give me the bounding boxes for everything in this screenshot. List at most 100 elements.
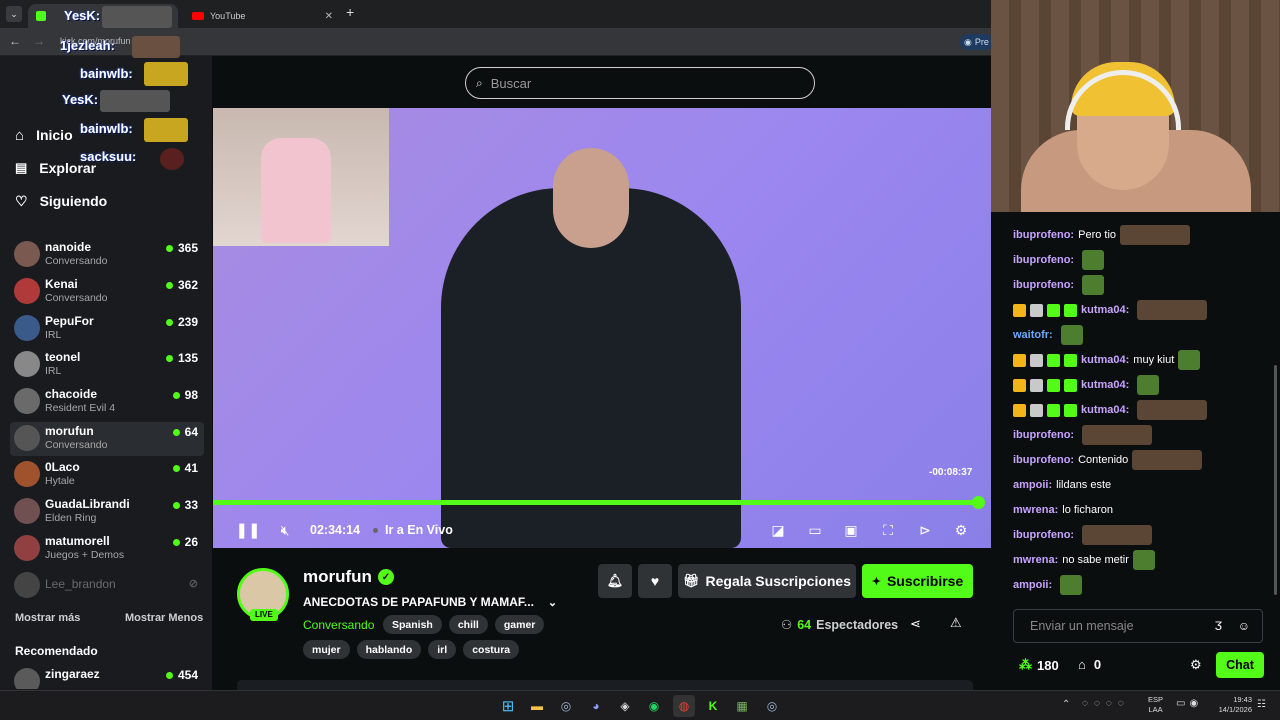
chat-username[interactable]: ibuprofeno: <box>1013 229 1074 241</box>
translate-icon[interactable]: Ӡ <box>1215 619 1222 633</box>
profile-button[interactable]: ◉ Pre <box>960 34 993 50</box>
minecraft-icon[interactable]: ▦ <box>731 695 753 717</box>
sidebar-channel-pepufor[interactable]: PepuFor IRL 239 <box>14 312 204 346</box>
show-less-link[interactable]: Mostrar Menos <box>125 612 203 624</box>
chat-username[interactable]: mwrena: <box>1013 504 1058 516</box>
sidebar-channel-offline[interactable]: Lee_brandon ⊘ <box>14 569 204 603</box>
kick-taskbar-icon[interactable]: K <box>702 695 724 717</box>
chat-username[interactable]: kutma04: <box>1081 379 1129 391</box>
sidebar-channel-teonel[interactable]: teonel IRL 135 <box>14 348 204 382</box>
language-indicator[interactable]: ESP LAA <box>1148 695 1163 715</box>
chat-badge-icon <box>1047 303 1060 317</box>
stream-tag[interactable]: hablando <box>356 640 422 659</box>
fullscreen-icon[interactable]: ⛶ <box>877 512 899 548</box>
sidebar-channel-matumorell[interactable]: matumorell Juegos + Demos 26 <box>14 532 204 566</box>
sidebar-nav-siguiendo[interactable]: ♡ Siguiendo <box>15 189 107 213</box>
chat-send-button[interactable]: Chat <box>1216 652 1264 678</box>
chat-username[interactable]: ampoii: <box>1013 479 1052 491</box>
chat-username[interactable]: ampoii: <box>1013 579 1052 591</box>
show-more-link[interactable]: Mostrar más <box>15 612 80 624</box>
chat-username[interactable]: ibuprofeno: <box>1013 254 1074 266</box>
gift-subs-button[interactable]: 🎁︎ Regala Suscripciones <box>678 564 856 598</box>
channel-name-heading[interactable]: morufun ✓ <box>303 567 394 587</box>
stream-tag[interactable]: chill <box>448 615 488 634</box>
store-button[interactable]: ⌂ 0 <box>1078 657 1101 672</box>
chat-scrollbar[interactable] <box>1274 365 1277 595</box>
steam-icon[interactable]: ◎ <box>555 695 577 717</box>
follow-heart-button[interactable]: ♥ <box>638 564 672 598</box>
chat-username[interactable]: ibuprofeno: <box>1013 454 1074 466</box>
spotify-icon[interactable]: ◉ <box>643 695 665 717</box>
stream-tag[interactable]: Spanish <box>383 615 442 634</box>
tray-icons[interactable]: ◌◌◌◌ <box>1082 698 1130 709</box>
chat-username[interactable]: ibuprofeno: <box>1013 529 1074 541</box>
sidebar-channel-nanoide[interactable]: nanoide Conversando 365 <box>14 238 204 272</box>
tray-chevron-icon[interactable]: ⌃ <box>1062 699 1070 710</box>
chat-message: waitofr: <box>1013 325 1083 345</box>
subscribe-button[interactable]: ✦ Suscribirse <box>862 564 973 598</box>
overlay-user: sacksuu: <box>80 149 137 164</box>
discord-icon[interactable]: ◕ <box>585 695 607 717</box>
chat-username[interactable]: kutma04: <box>1081 304 1129 316</box>
theater-mode-icon[interactable]: ▭ <box>804 512 826 548</box>
notifications-icon[interactable]: ☷ <box>1257 699 1266 710</box>
sidebar-channel-chacoide[interactable]: chacoide Resident Evil 4 98 <box>14 385 204 419</box>
clip-icon[interactable]: ⊳ <box>914 512 936 548</box>
stream-tag[interactable]: mujer <box>303 640 350 659</box>
chat-text: no sabe metir <box>1062 554 1129 566</box>
chat-input[interactable]: Enviar un mensaje <box>1030 619 1134 633</box>
search-input[interactable]: Buscar <box>491 76 531 91</box>
expand-title-icon[interactable]: ⌄ <box>548 596 557 609</box>
video-player[interactable]: -00:08:37 <box>213 108 991 548</box>
stream-tag[interactable]: gamer <box>494 615 545 634</box>
emoji-icon[interactable]: ☺ <box>1238 619 1250 633</box>
new-tab-button[interactable]: + <box>346 4 354 20</box>
miniplayer-icon[interactable]: ◪ <box>767 512 789 548</box>
go-live-button[interactable]: Ir a En Vivo <box>373 523 453 537</box>
pause-icon[interactable]: ❚❚ <box>235 512 260 548</box>
progress-handle[interactable] <box>972 496 985 509</box>
clock[interactable]: 19:43 14/1/2026 <box>1212 695 1252 715</box>
steam-taskbar-icon[interactable]: ◎ <box>761 695 783 717</box>
avatar <box>14 351 40 377</box>
progress-track[interactable] <box>213 496 985 509</box>
back-icon[interactable]: ← <box>9 34 21 48</box>
network-icons[interactable]: ▭◉ <box>1176 698 1202 709</box>
chat-settings-icon[interactable]: ⚙ <box>1190 657 1202 673</box>
chat-input-box[interactable]: Enviar un mensaje Ӡ ☺ <box>1013 609 1263 643</box>
chat-username[interactable]: kutma04: <box>1081 404 1129 416</box>
chat-username[interactable]: mwrena: <box>1013 554 1058 566</box>
settings-gear-icon[interactable]: ⚙ <box>950 512 972 548</box>
stream-category-link[interactable]: Conversando <box>303 618 374 632</box>
sidebar-channel-recommended[interactable]: zingaraez 454 <box>14 665 204 689</box>
sidebar-channel-guadalibrandi[interactable]: GuadaLibrandi Elden Ring 33 <box>14 495 204 529</box>
chrome-icon[interactable]: ◍ <box>673 695 695 717</box>
sidebar-channel-morufun[interactable]: morufun Conversando 64 <box>10 422 204 456</box>
channel-points[interactable]: ⁂ 180 <box>1019 657 1059 673</box>
file-explorer-icon[interactable]: ▬ <box>526 695 548 717</box>
streamer-webcam <box>991 0 1280 212</box>
chat-username[interactable]: ibuprofeno: <box>1013 429 1074 441</box>
close-tab-icon[interactable]: ✕ <box>325 11 333 22</box>
tab-youtube[interactable]: YouTube ✕ <box>184 4 339 28</box>
app-icon[interactable]: ◈ <box>614 695 636 717</box>
stream-tag[interactable]: costura <box>463 640 520 659</box>
tags-row-2: mujer hablando irl costura <box>303 640 520 659</box>
notifications-bell-button[interactable]: 🔔︎ <box>598 564 632 598</box>
sidebar-channel-0laco[interactable]: 0Laco Hytale 41 <box>14 458 204 492</box>
start-menu-icon[interactable]: ⊞ <box>497 695 519 717</box>
live-badge: LIVE <box>250 609 278 621</box>
chat-username[interactable]: waitofr: <box>1013 329 1053 341</box>
tab-list-button[interactable]: ⌄ <box>6 6 22 22</box>
wide-mode-icon[interactable]: ▣ <box>840 512 862 548</box>
chat-message: mwrena: no sabe metir <box>1013 550 1155 570</box>
report-icon[interactable]: ⚠ <box>950 615 962 631</box>
stream-tag[interactable]: irl <box>428 640 457 659</box>
share-icon[interactable]: ⋖ <box>910 616 921 632</box>
search-box[interactable]: ⌕ Buscar <box>465 67 815 99</box>
subscribe-label: Suscribirse <box>886 573 964 589</box>
sidebar-channel-kenai[interactable]: Kenai Conversando 362 <box>14 275 204 309</box>
mute-icon[interactable]: 🔇︎ <box>274 512 296 548</box>
chat-username[interactable]: kutma04: <box>1081 354 1129 366</box>
chat-username[interactable]: ibuprofeno: <box>1013 279 1074 291</box>
